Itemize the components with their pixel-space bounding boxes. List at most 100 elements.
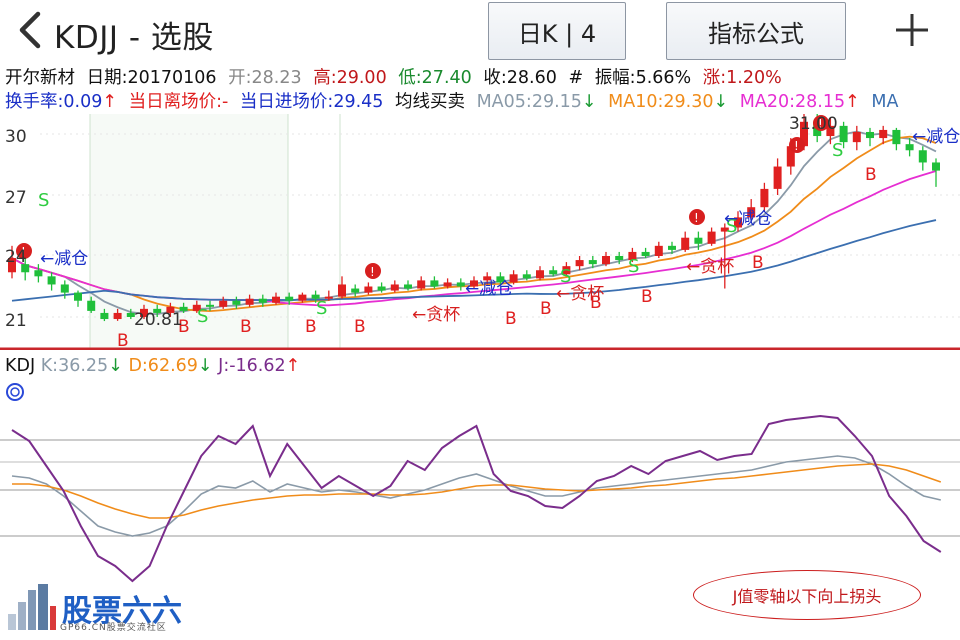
candle-body <box>74 292 82 301</box>
kdj-name: KDJ <box>5 356 36 376</box>
greed-hint: ←贪杯 <box>412 305 460 325</box>
app-title: KDJJ - 选股 <box>54 20 214 56</box>
candle-body <box>760 188 769 208</box>
reduce-position-hint: ←减仓 <box>912 127 960 147</box>
kline-chart[interactable]: BB B B B B B B BBBSS SS SSS!!!!!←减仓←减仓←减仓←减仓←贪杯←贪… <box>0 114 960 350</box>
reduce-position-hint: ←减仓 <box>724 209 772 229</box>
candle-body <box>430 280 439 287</box>
candle-body <box>654 245 663 256</box>
quote-open: 开:28.23 <box>228 68 302 88</box>
greed-hint: ←贪杯 <box>556 284 604 304</box>
reduce-position-hint: ←减仓 <box>465 279 513 299</box>
candle-body <box>918 150 927 163</box>
ma20-value: MA20:28.15 <box>739 92 846 112</box>
candle-body <box>364 286 373 293</box>
sell-signal-label: S <box>832 140 843 161</box>
kdj-lines <box>11 414 942 583</box>
logo-bars-icon <box>8 584 56 630</box>
candle-body <box>258 298 267 303</box>
candle-body <box>113 312 122 320</box>
candle-body <box>285 296 294 301</box>
candle-body <box>879 129 888 139</box>
candle-body <box>298 294 307 301</box>
kdj-header: KDJ K:36.25↓ D:62.69↓ J:-16.62↑ <box>5 356 300 376</box>
candle-body <box>694 237 703 244</box>
quote-date: 日期:20170106 <box>86 68 217 88</box>
greed-hint: ←贪杯 <box>686 257 734 277</box>
candle-body <box>773 166 782 189</box>
candle-body <box>641 251 650 256</box>
quote-low: 低:27.40 <box>398 68 472 88</box>
sell-signal-label: S <box>316 298 327 319</box>
sell-signal-label: S <box>38 190 49 211</box>
candle-body <box>404 284 412 289</box>
ma5-value: MA05:29.15 <box>476 92 582 112</box>
candle-body <box>588 260 597 265</box>
price-tick-30: 30 <box>5 127 27 147</box>
kdj-grid <box>0 439 960 537</box>
candle-body <box>219 300 228 307</box>
candle-body <box>100 312 109 320</box>
candle-body <box>60 284 69 293</box>
buy-signal-label: B <box>865 165 877 185</box>
alert-icon-mark: ! <box>694 211 699 225</box>
kdj-line <box>12 463 942 519</box>
quote-close: 收:28.60 <box>483 68 557 88</box>
down-arrow-icon: ↓ <box>713 92 729 112</box>
candle-body <box>932 162 940 171</box>
ma-more: MA <box>871 92 899 112</box>
buy-signal-label: B <box>305 317 317 337</box>
candle-body <box>522 274 531 279</box>
up-arrow-icon: ↑ <box>845 92 860 112</box>
candle-body <box>456 282 465 287</box>
candle-body <box>707 231 716 244</box>
buy-signal-label: B <box>641 287 653 307</box>
high-price-label: 31.00 <box>789 114 838 134</box>
candle-body <box>390 284 399 291</box>
candle-body <box>272 296 280 303</box>
watermark-site: GP66.CN股票交流社区 <box>60 623 167 633</box>
plus-icon[interactable] <box>892 10 932 50</box>
kdj-line <box>11 414 942 583</box>
candle-body <box>47 276 56 285</box>
candle-body <box>615 256 624 261</box>
buy-signal-label: B <box>240 317 252 337</box>
down-arrow-icon: ↓ <box>197 356 213 376</box>
quote-amplitude: 振幅:5.66% <box>594 68 692 88</box>
formula-button[interactable]: 指标公式 <box>666 2 846 60</box>
down-arrow-icon: ↓ <box>581 92 597 112</box>
sell-signal-label: S <box>628 256 639 277</box>
ma10-value: MA10:29.30 <box>608 92 714 112</box>
buy-signal-label: B <box>752 253 764 273</box>
kdj-k-value: K:36.25 <box>40 356 109 376</box>
turnover-rate: 换手率:0.09 <box>5 92 103 112</box>
alert-icon-mark: ! <box>794 139 799 153</box>
strategy-name: 均线买卖 <box>395 92 465 112</box>
quote-change: 涨:1.20% <box>702 68 782 88</box>
j-turn-note: J值零轴以下向上拐头 <box>693 570 921 620</box>
period-button[interactable]: 日K | 4 <box>488 2 626 60</box>
buy-signal-label: B <box>117 331 129 350</box>
buy-signal-label: B <box>540 299 552 319</box>
up-arrow-icon: ↑ <box>102 92 118 112</box>
candle-body <box>668 245 676 250</box>
top-bar: KDJJ - 选股 日K | 4 指标公式 <box>0 0 960 64</box>
back-button[interactable] <box>14 10 48 50</box>
candle-body <box>852 131 861 143</box>
entry-price: 当日进场价:29.45 <box>239 92 384 112</box>
kdj-d-value: D:62.69 <box>128 356 198 376</box>
stock-name: 开尔新材 <box>5 68 75 88</box>
low-price-label: 20.81 <box>134 310 183 330</box>
chevron-left-icon <box>19 11 41 49</box>
candle-body <box>443 282 452 287</box>
up-arrow-icon: ↑ <box>285 356 301 376</box>
candle-body <box>34 270 43 277</box>
candle-body <box>377 286 386 291</box>
quote-high: 高:29.00 <box>313 68 387 88</box>
candle-body <box>892 129 901 145</box>
price-tick-21: 21 <box>5 311 27 331</box>
quote-info-row: 开尔新材 日期:20170106 开:28.23 高:29.00 低:27.40… <box>5 66 782 90</box>
quote-hash: # <box>568 68 584 88</box>
down-arrow-icon: ↓ <box>108 356 123 376</box>
candle-body <box>681 237 690 250</box>
